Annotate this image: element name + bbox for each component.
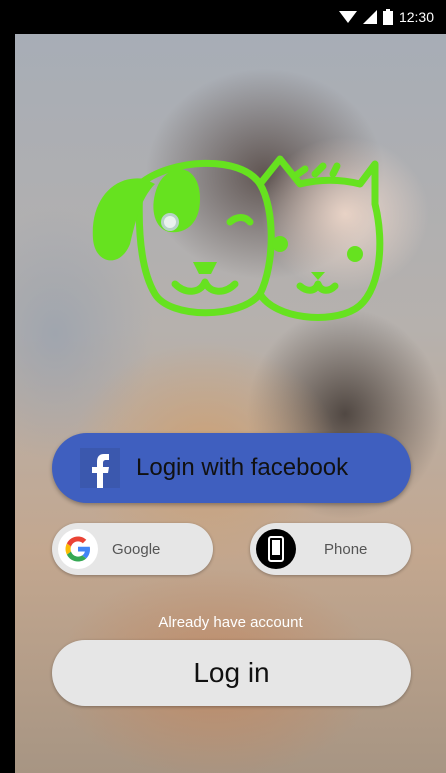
wifi-icon — [338, 10, 357, 24]
google-login-label: Google — [112, 540, 161, 558]
login-screen: Login with facebook Google Phone Already… — [15, 34, 446, 773]
already-have-account-text: Already have account — [158, 614, 303, 631]
facebook-login-button[interactable]: Login with facebook — [52, 433, 411, 503]
phone-login-button[interactable]: Phone — [250, 523, 411, 575]
screen-edge — [0, 34, 15, 773]
battery-icon — [382, 9, 393, 25]
status-bar: 12:30 — [0, 0, 446, 34]
facebook-icon — [80, 448, 120, 488]
google-icon — [58, 529, 98, 569]
status-time: 12:30 — [398, 9, 434, 25]
facebook-login-label: Login with facebook — [136, 454, 349, 481]
pet-logo-icon — [92, 155, 384, 321]
signal-icon — [362, 10, 377, 24]
log-in-button[interactable]: Log in — [52, 640, 411, 706]
phone-login-label: Phone — [324, 540, 368, 558]
phone-icon — [256, 529, 296, 569]
log-in-label: Log in — [193, 657, 270, 688]
google-login-button[interactable]: Google — [52, 523, 213, 575]
